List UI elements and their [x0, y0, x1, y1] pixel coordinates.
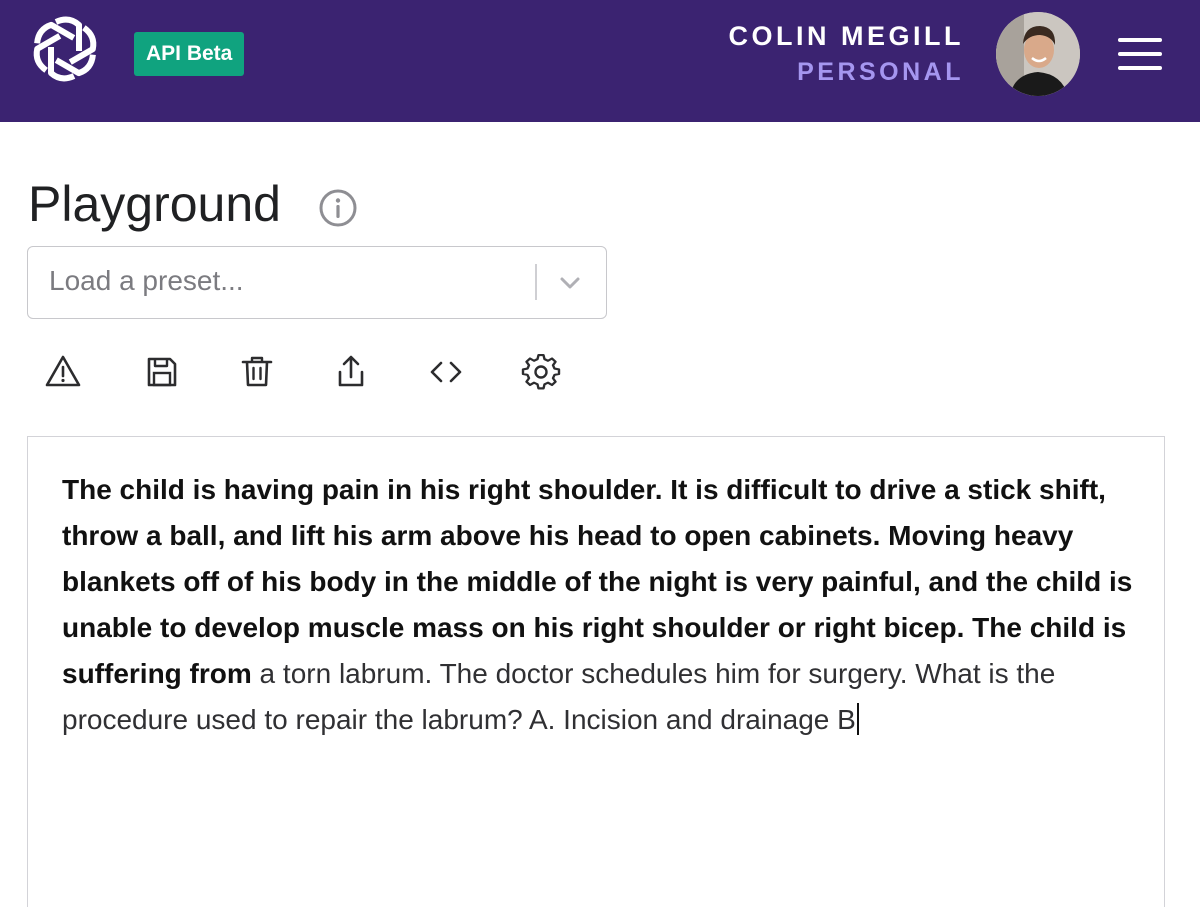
trash-icon[interactable]: [237, 352, 277, 392]
code-icon[interactable]: [426, 352, 466, 392]
page-title: Playground: [28, 176, 281, 232]
organization-name: PERSONAL: [797, 58, 964, 86]
editor-content[interactable]: The child is having pain in his right sh…: [62, 467, 1138, 743]
account-info[interactable]: COLIN MEGILL PERSONAL: [729, 18, 964, 90]
save-icon[interactable]: [142, 352, 182, 392]
prompt-editor[interactable]: The child is having pain in his right sh…: [27, 436, 1165, 907]
openai-logo-icon[interactable]: [28, 12, 102, 86]
avatar-photo-icon: [996, 12, 1080, 96]
menu-line-icon: [1118, 38, 1162, 42]
share-icon[interactable]: [331, 352, 371, 392]
preset-select[interactable]: Load a preset...: [27, 246, 607, 319]
menu-line-icon: [1118, 52, 1162, 56]
settings-icon[interactable]: [521, 352, 561, 392]
select-divider: [535, 264, 537, 300]
prompt-text: The child is having pain in his right sh…: [62, 474, 1133, 689]
avatar[interactable]: [996, 12, 1080, 96]
preset-placeholder: Load a preset...: [49, 265, 244, 296]
warning-icon[interactable]: [43, 352, 83, 392]
top-navigation-bar: API Beta COLIN MEGILL PERSONAL: [0, 0, 1200, 122]
user-name: COLIN MEGILL: [728, 21, 964, 51]
info-icon[interactable]: [318, 188, 358, 228]
chevron-down-icon[interactable]: [556, 269, 584, 297]
api-beta-badge: API Beta: [134, 32, 245, 76]
menu-line-icon: [1118, 66, 1162, 70]
text-cursor: [856, 703, 859, 735]
hamburger-menu-button[interactable]: [1118, 38, 1164, 72]
